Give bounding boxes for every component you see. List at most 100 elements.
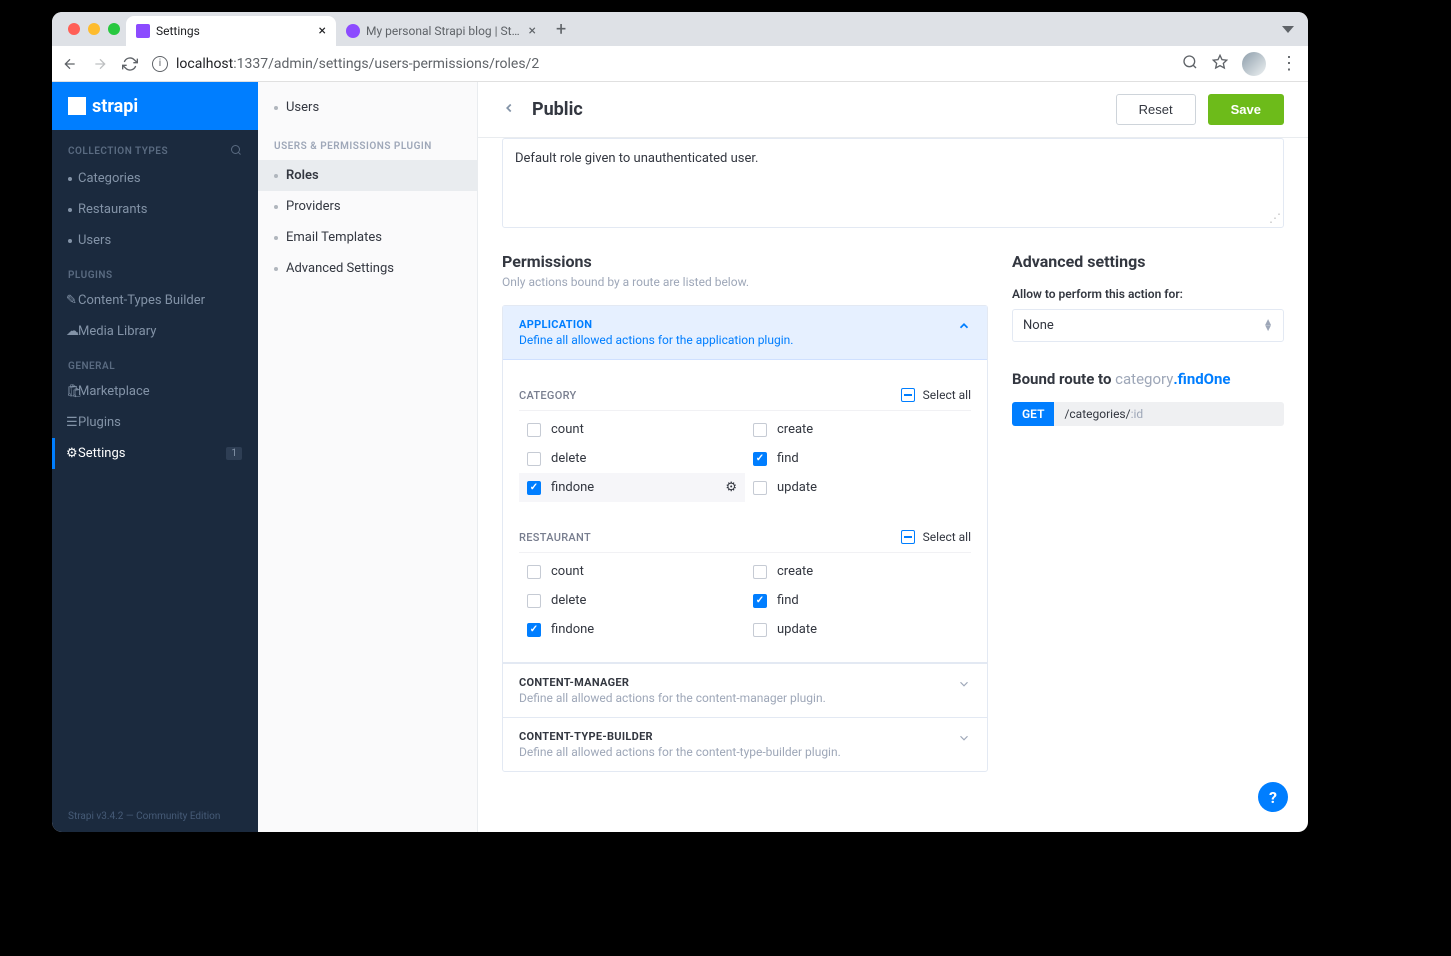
allow-select[interactable]: None ▲▼ — [1012, 309, 1284, 342]
perm-find[interactable]: find — [745, 444, 971, 473]
section-collection-types: COLLECTION TYPES — [52, 130, 258, 163]
subnav-item-providers[interactable]: Providers — [258, 191, 477, 222]
strapi-favicon — [136, 24, 150, 38]
chevron-up-icon — [957, 318, 971, 337]
sidebar-item-users[interactable]: Users — [52, 225, 258, 256]
accordion-subtitle: Define all allowed actions for the conte… — [519, 745, 841, 759]
logo[interactable]: strapi — [52, 82, 258, 130]
perm-delete[interactable]: delete — [519, 444, 745, 473]
checkbox[interactable] — [527, 452, 541, 466]
indeterminate-checkbox[interactable] — [901, 388, 915, 402]
perm-delete[interactable]: delete — [519, 586, 745, 615]
route-method: GET — [1012, 402, 1054, 426]
tab-blog[interactable]: My personal Strapi blog | Strap... × — [336, 16, 546, 46]
accordion-title: APPLICATION — [519, 318, 793, 331]
accordion-application[interactable]: APPLICATION Define all allowed actions f… — [503, 306, 987, 360]
search-icon[interactable] — [230, 144, 242, 159]
site-info-icon[interactable]: i — [152, 56, 168, 72]
subnav-item-advanced-settings[interactable]: Advanced Settings — [258, 253, 477, 284]
new-tab-button[interactable]: + — [546, 19, 576, 40]
checkbox[interactable] — [527, 623, 541, 637]
menu-icon[interactable]: ⋮ — [1280, 53, 1298, 74]
perm-create[interactable]: create — [745, 557, 971, 586]
checkbox[interactable] — [527, 481, 541, 495]
indeterminate-checkbox[interactable] — [901, 530, 915, 544]
url-text: localhost:1337/admin/settings/users-perm… — [176, 56, 539, 72]
select-chevron-icon: ▲▼ — [1263, 320, 1273, 332]
bag-icon: 🛍 — [66, 384, 80, 399]
checkbox[interactable] — [753, 565, 767, 579]
pencil-icon: ✎ — [66, 293, 80, 308]
perm-count[interactable]: count — [519, 415, 745, 444]
reset-button[interactable]: Reset — [1116, 94, 1196, 125]
subnav-section: USERS & PERMISSIONS PLUGIN — [258, 123, 477, 160]
forward-button[interactable] — [92, 56, 108, 72]
window-maximize-icon[interactable] — [108, 23, 120, 35]
permissions-subtitle: Only actions bound by a route are listed… — [502, 275, 988, 289]
perm-update[interactable]: update — [745, 473, 971, 502]
perm-create[interactable]: create — [745, 415, 971, 444]
subnav-item-roles[interactable]: Roles — [258, 160, 477, 191]
window-minimize-icon[interactable] — [88, 23, 100, 35]
window-close-icon[interactable] — [68, 23, 80, 35]
checkbox[interactable] — [753, 623, 767, 637]
close-icon[interactable]: × — [529, 23, 536, 39]
select-value: None — [1023, 318, 1054, 333]
traffic-lights — [62, 23, 126, 35]
back-chevron[interactable] — [502, 100, 516, 119]
close-icon[interactable]: × — [319, 23, 326, 39]
save-button[interactable]: Save — [1208, 94, 1284, 125]
bound-route-label: Bound route to category.findOne — [1012, 370, 1284, 388]
sidebar-item-marketplace[interactable]: 🛍Marketplace — [52, 376, 258, 407]
star-icon[interactable] — [1212, 54, 1228, 74]
gear-icon[interactable]: ⚙ — [725, 480, 737, 495]
subnav-item-users[interactable]: Users — [258, 92, 477, 123]
extension-dropdown-icon[interactable] — [1282, 26, 1294, 33]
back-button[interactable] — [62, 56, 78, 72]
gear-icon: ⚙ — [66, 446, 80, 461]
sidebar-item-restaurants[interactable]: Restaurants — [52, 194, 258, 225]
perm-count[interactable]: count — [519, 557, 745, 586]
perm-findone[interactable]: findone — [519, 615, 745, 644]
checkbox[interactable] — [527, 565, 541, 579]
checkbox[interactable] — [753, 594, 767, 608]
checkbox[interactable] — [753, 452, 767, 466]
url-bar[interactable]: i localhost:1337/admin/settings/users-pe… — [152, 56, 1168, 72]
perm-findone[interactable]: findone⚙ — [519, 473, 745, 502]
tab-title: My personal Strapi blog | Strap... — [366, 24, 523, 38]
checkbox[interactable] — [527, 594, 541, 608]
select-all-restaurant[interactable]: Select all — [901, 530, 971, 544]
checkbox[interactable] — [753, 481, 767, 495]
accordion-content-type-builder[interactable]: CONTENT-TYPE-BUILDER Define all allowed … — [503, 717, 987, 771]
description-textarea[interactable]: Default role given to unauthenticated us… — [502, 138, 1284, 228]
settings-subnav: Users USERS & PERMISSIONS PLUGIN Roles P… — [258, 82, 478, 832]
sidebar-item-plugins[interactable]: ☰Plugins — [52, 407, 258, 438]
perm-find[interactable]: find — [745, 586, 971, 615]
subnav-item-email-templates[interactable]: Email Templates — [258, 222, 477, 253]
description-text: Default role given to unauthenticated us… — [515, 151, 758, 166]
help-button[interactable]: ? — [1258, 782, 1288, 812]
sidebar-item-settings[interactable]: ⚙Settings1 — [52, 438, 258, 469]
settings-badge: 1 — [226, 447, 242, 460]
reload-button[interactable] — [122, 56, 138, 72]
accordion-subtitle: Define all allowed actions for the appli… — [519, 333, 793, 347]
perm-update[interactable]: update — [745, 615, 971, 644]
chevron-down-icon — [957, 676, 971, 695]
search-icon[interactable] — [1182, 54, 1198, 74]
accordion-title: CONTENT-TYPE-BUILDER — [519, 730, 841, 743]
route-badge: GET /categories/:id — [1012, 402, 1284, 426]
permissions-title: Permissions — [502, 252, 988, 271]
blog-favicon — [346, 24, 360, 38]
tab-settings[interactable]: Settings × — [126, 16, 336, 46]
accordion-content-manager[interactable]: CONTENT-MANAGER Define all allowed actio… — [503, 663, 987, 717]
sidebar-item-categories[interactable]: Categories — [52, 163, 258, 194]
checkbox[interactable] — [753, 423, 767, 437]
profile-avatar[interactable] — [1242, 52, 1266, 76]
select-all-category[interactable]: Select all — [901, 388, 971, 402]
sidebar-item-media-library[interactable]: ☁Media Library — [52, 316, 258, 347]
sidebar-item-content-types-builder[interactable]: ✎Content-Types Builder — [52, 285, 258, 316]
accordion-subtitle: Define all allowed actions for the conte… — [519, 691, 826, 705]
sidebar-footer: Strapi v3.4.2 — Community Edition — [52, 801, 258, 832]
checkbox[interactable] — [527, 423, 541, 437]
resize-handle-icon[interactable]: ⋰ — [1269, 211, 1281, 225]
